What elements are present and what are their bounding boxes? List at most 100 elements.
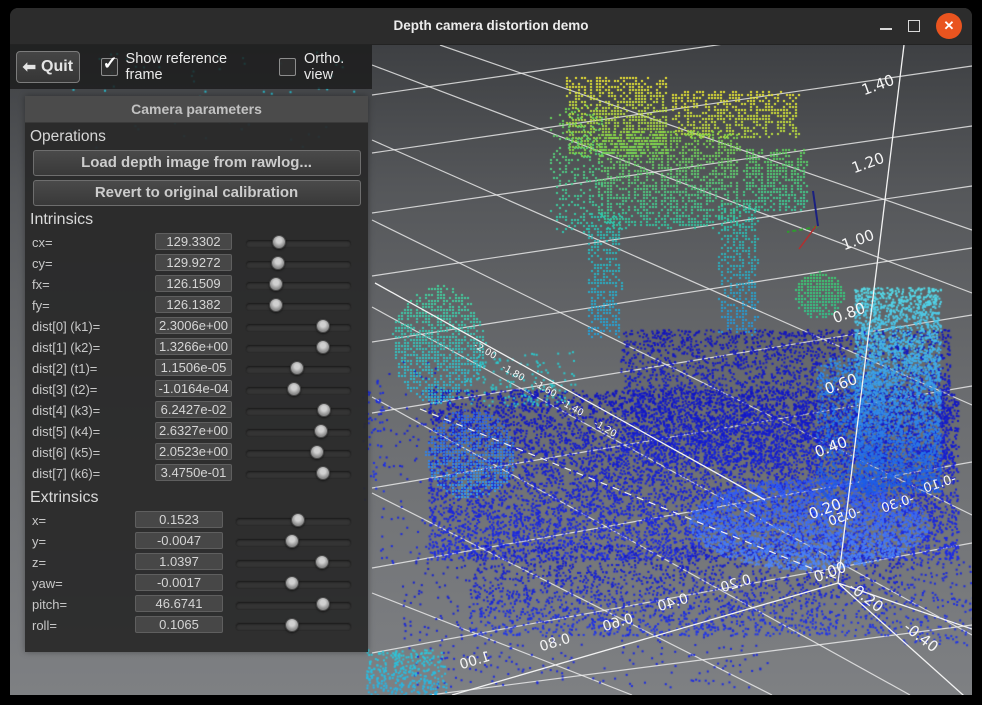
intrinsics-rows: cx=129.3302 cy=129.9272 fx=126.1509 fy=1… <box>25 232 368 484</box>
panel-title[interactable]: Camera parameters <box>25 96 368 123</box>
checkbox-label: Ortho. view <box>304 51 372 83</box>
param-value-field[interactable]: 126.1382 <box>155 296 232 313</box>
param-label: yaw= <box>32 576 63 591</box>
quit-button-label: Quit <box>41 58 73 76</box>
slider-knob[interactable] <box>269 298 283 312</box>
revert-calibration-button[interactable]: Revert to original calibration <box>33 180 361 206</box>
axis-label-y-axis-depth: -1.60 <box>532 378 559 400</box>
checkbox-ortho-view[interactable]: ✓ Ortho. view <box>279 51 372 83</box>
slider-knob[interactable] <box>291 513 305 527</box>
slider-knob[interactable] <box>316 466 330 480</box>
param-slider[interactable] <box>245 407 352 416</box>
param-value-field[interactable]: 46.6741 <box>135 595 223 612</box>
param-slider[interactable] <box>245 302 352 311</box>
param-label: dist[2] (t1)= <box>32 361 97 376</box>
param-slider[interactable] <box>235 601 352 610</box>
checkbox-label: Show reference frame <box>126 51 259 83</box>
param-slider[interactable] <box>245 386 352 395</box>
slider-knob[interactable] <box>316 597 330 611</box>
param-row-y: y=-0.0047 <box>25 531 368 552</box>
param-value-field[interactable]: 126.1509 <box>155 275 232 292</box>
param-value-field[interactable]: 0.1065 <box>135 616 223 633</box>
checkbox-box[interactable]: ✓ <box>101 58 118 76</box>
param-slider[interactable] <box>245 344 352 353</box>
slider-knob[interactable] <box>310 445 324 459</box>
quit-button[interactable]: ⬅ Quit <box>16 51 80 83</box>
param-label: dist[4] (k3)= <box>32 403 100 418</box>
param-slider[interactable] <box>245 260 352 269</box>
param-slider[interactable] <box>235 517 352 526</box>
slider-knob[interactable] <box>316 319 330 333</box>
param-slider[interactable] <box>245 281 352 290</box>
param-slider[interactable] <box>245 470 352 479</box>
param-value-field[interactable]: 129.3302 <box>155 233 232 250</box>
param-row-dist6: dist[6] (k5)=2.0523e+00 <box>25 442 368 463</box>
param-row-dist2: dist[2] (t1)= 1.1506e-05 <box>25 358 368 379</box>
param-slider[interactable] <box>245 323 352 332</box>
param-slider[interactable] <box>235 580 352 589</box>
param-label: pitch= <box>32 597 67 612</box>
axis-label-y-axis-mirrored: -0.30 <box>880 491 917 516</box>
param-slider[interactable] <box>245 239 352 248</box>
param-slider[interactable] <box>245 428 352 437</box>
param-label: x= <box>32 513 46 528</box>
slider-knob[interactable] <box>317 403 331 417</box>
checkbox-show-reference-frame[interactable]: ✓ Show reference frame <box>101 51 259 83</box>
slider-knob[interactable] <box>285 618 299 632</box>
param-value-field[interactable]: -0.0047 <box>135 532 223 549</box>
param-slider[interactable] <box>235 622 352 631</box>
axis-label-y-axis-depth: -1.80 <box>500 362 527 384</box>
slider-knob[interactable] <box>272 235 286 249</box>
axis-label-x-axis-bottom: 1.00 <box>458 649 492 673</box>
param-label: fx= <box>32 277 50 292</box>
param-value-field[interactable]: 1.1506e-05 <box>155 359 232 376</box>
param-row-dist0: dist[0] (k1)=2.3006e+00 <box>25 316 368 337</box>
param-value-field[interactable]: 2.6327e+00 <box>155 422 232 439</box>
param-value-field[interactable]: 129.9272 <box>155 254 232 271</box>
slider-knob[interactable] <box>314 424 328 438</box>
axis-label-z-axis: 1.00 <box>839 226 877 254</box>
param-value-field[interactable]: -1.0164e-04 <box>155 380 232 397</box>
axis-label-y-axis-depth: -1.40 <box>559 397 586 419</box>
param-value-field[interactable]: -0.0017 <box>135 574 223 591</box>
axis-label-z-axis: 0.60 <box>822 370 860 398</box>
slider-knob[interactable] <box>285 534 299 548</box>
close-button[interactable]: ✕ <box>936 13 962 39</box>
slider-knob[interactable] <box>316 340 330 354</box>
param-value-field[interactable]: 1.3266e+00 <box>155 338 232 355</box>
slider-knob[interactable] <box>287 382 301 396</box>
3d-viewport[interactable]: 1.401.201.000.800.600.400.200.00-0.20-0.… <box>10 45 972 695</box>
param-row-pitch: pitch= 46.6741 <box>25 594 368 615</box>
param-value-field[interactable]: 6.2427e-02 <box>155 401 232 418</box>
param-value-field[interactable]: 0.1523 <box>135 511 223 528</box>
param-value-field[interactable]: 2.3006e+00 <box>155 317 232 334</box>
param-row-dist5: dist[5] (k4)= 2.6327e+00 <box>25 421 368 442</box>
param-row-z: z=1.0397 <box>25 552 368 573</box>
minimize-button[interactable] <box>880 22 892 30</box>
param-slider[interactable] <box>235 538 352 547</box>
param-label: dist[5] (k4)= <box>32 424 100 439</box>
maximize-button[interactable] <box>908 20 920 32</box>
param-slider[interactable] <box>245 365 352 374</box>
slider-knob[interactable] <box>271 256 285 270</box>
slider-knob[interactable] <box>315 555 329 569</box>
axis-label-x-axis-bottom: 0.40 <box>656 591 690 615</box>
axis-label-z-axis: 1.20 <box>849 149 887 177</box>
param-slider[interactable] <box>245 449 352 458</box>
param-value-field[interactable]: 3.4750e-01 <box>155 464 232 481</box>
checkbox-box[interactable]: ✓ <box>279 58 296 76</box>
axis-label-x-axis-bottom: 0.60 <box>601 611 635 635</box>
slider-knob[interactable] <box>290 361 304 375</box>
slider-knob[interactable] <box>269 277 283 291</box>
intrinsics-header: Intrinsics <box>30 211 368 229</box>
param-slider[interactable] <box>235 559 352 568</box>
load-depth-image-button[interactable]: Load depth image from rawlog... <box>33 150 361 176</box>
param-label: dist[1] (k2)= <box>32 340 100 355</box>
titlebar[interactable]: Depth camera distortion demo ✕ <box>10 8 972 45</box>
axis-label-z-axis: 0.00 <box>811 558 849 586</box>
param-row-fy: fy=126.1382 <box>25 295 368 316</box>
param-label: dist[7] (k6)= <box>32 466 100 481</box>
slider-knob[interactable] <box>285 576 299 590</box>
param-value-field[interactable]: 1.0397 <box>135 553 223 570</box>
param-value-field[interactable]: 2.0523e+00 <box>155 443 232 460</box>
